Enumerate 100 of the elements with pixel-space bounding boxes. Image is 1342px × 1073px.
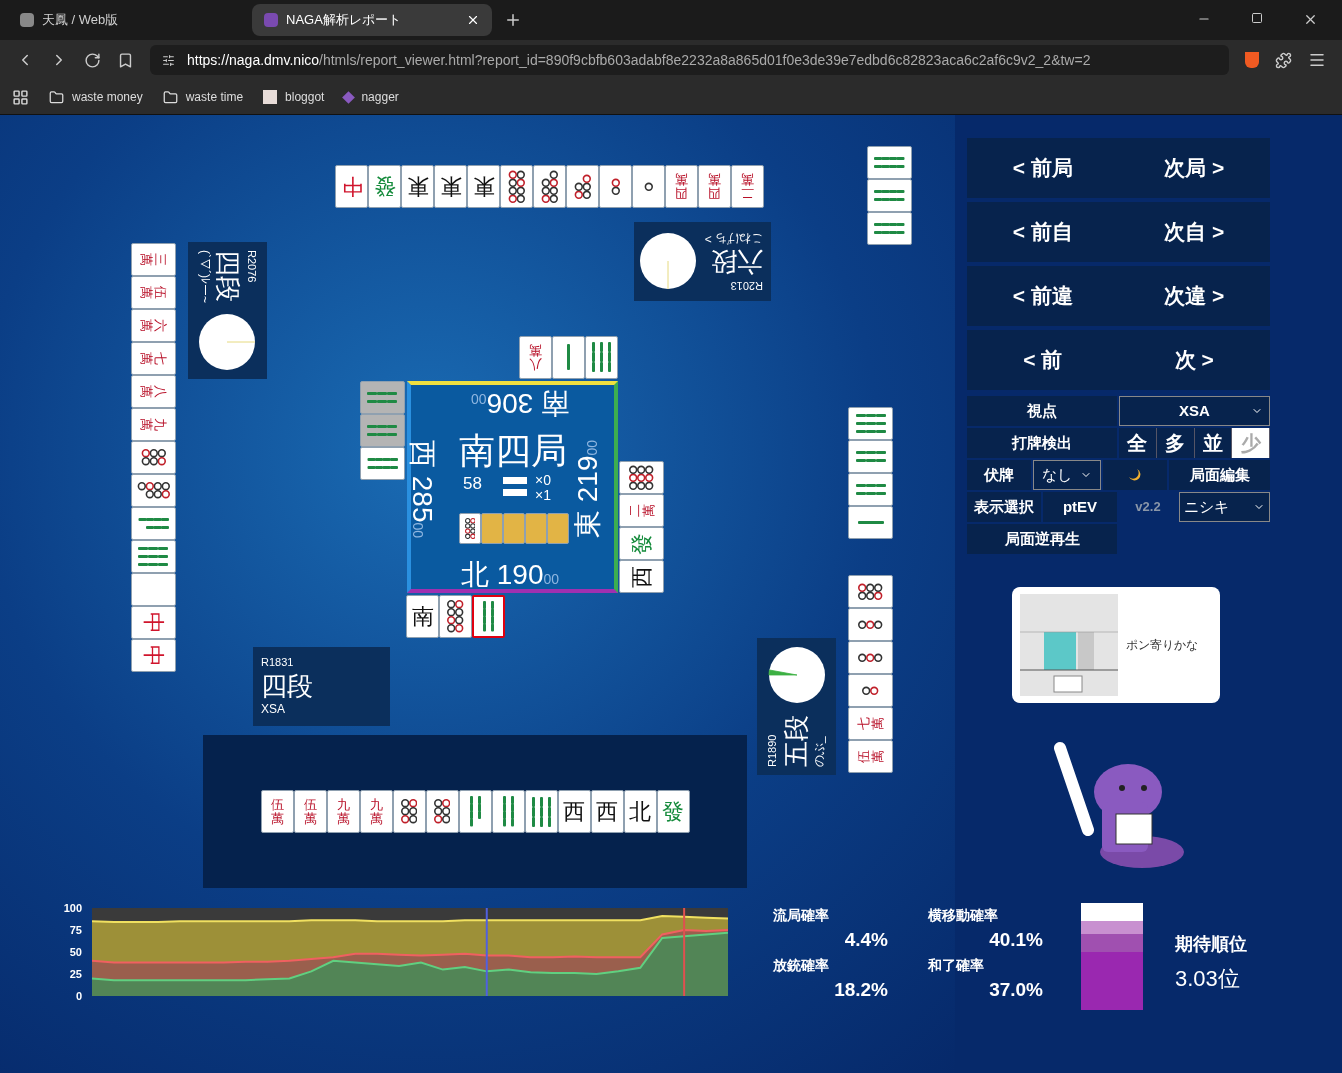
site-settings-icon[interactable] xyxy=(162,53,175,67)
menu-icon[interactable] xyxy=(1308,51,1326,69)
tile-character: 七萬 xyxy=(856,717,885,730)
tile-character: 發 xyxy=(662,800,684,823)
pie-chart-icon xyxy=(767,646,826,704)
player-rank: 四段 xyxy=(261,669,313,703)
detection-option[interactable]: 全 xyxy=(1119,428,1157,458)
tab-title: 天鳳 / Web版 xyxy=(42,11,119,30)
bookmark-link[interactable]: bloggot xyxy=(263,88,325,106)
browser-tab[interactable]: NAGA解析レポート xyxy=(252,4,492,36)
round-title: 南四局 xyxy=(459,433,567,469)
stat-value: 37.0% xyxy=(988,977,1043,1002)
player-name: XSA xyxy=(261,702,286,718)
axis-tick-label: 100 xyxy=(63,903,82,914)
stat-value: 4.4% xyxy=(843,928,888,952)
reverse-play-button[interactable]: 局面逆再生 xyxy=(967,524,1117,554)
maximize-icon[interactable] xyxy=(1251,12,1263,24)
circles-icon xyxy=(433,799,451,824)
previous-button[interactable]: < 前 xyxy=(1023,344,1063,376)
bamboo-sticks-icon xyxy=(531,796,551,827)
detection-option[interactable]: 並 xyxy=(1194,428,1233,458)
circles-icon xyxy=(400,799,418,824)
circles-icon xyxy=(862,686,879,695)
tile-character: 四萬 xyxy=(708,172,721,201)
circles-icon xyxy=(858,653,883,662)
moon-icon xyxy=(1128,468,1142,482)
display-button[interactable]: ptEV xyxy=(1043,492,1117,522)
point-stick-icon xyxy=(503,477,527,484)
tiles-remaining: 58 xyxy=(463,475,482,492)
stat-label: 横移動確率 xyxy=(928,906,999,925)
bamboo-sticks-icon xyxy=(367,425,398,436)
bamboo-sticks-icon xyxy=(367,458,398,469)
player-rank: 五段 xyxy=(779,715,812,767)
player-rating: R2013 xyxy=(729,279,763,293)
tile-character: 發 xyxy=(630,532,653,555)
tab-favicon-icon xyxy=(264,13,278,27)
player-score: 東 21900 xyxy=(574,439,603,539)
bookmark-link[interactable]: waste money xyxy=(49,88,143,106)
tile-character: 伍萬 xyxy=(303,797,317,826)
viewpoint-select[interactable]: XSA xyxy=(1119,396,1270,426)
previous-button[interactable]: < 前局 xyxy=(1012,152,1073,184)
bamboo-sticks-icon xyxy=(469,796,481,827)
apps-icon[interactable] xyxy=(12,88,29,106)
next-button[interactable]: 次局 > xyxy=(1164,152,1225,184)
close-icon[interactable] xyxy=(466,13,480,27)
circles-icon xyxy=(141,449,166,466)
model-select[interactable]: ニシキ xyxy=(1179,492,1270,522)
hidden-tiles-select[interactable]: なし xyxy=(1033,460,1101,490)
player-rating: R1831 xyxy=(261,655,295,670)
previous-button[interactable]: < 前違 xyxy=(1012,280,1073,312)
bamboo-sticks-icon xyxy=(857,521,884,524)
bookmark-link[interactable]: nagger xyxy=(344,88,399,106)
next-button[interactable]: 次違 > xyxy=(1164,280,1225,312)
circles-icon xyxy=(447,600,464,633)
pie-chart-icon xyxy=(198,313,257,371)
bamboo-sticks-icon xyxy=(874,223,905,234)
bamboo-sticks-icon xyxy=(874,157,905,168)
riichi-count: ×1 xyxy=(535,488,551,502)
tile-character: 二萬 xyxy=(627,504,656,517)
circles-icon xyxy=(464,517,476,539)
tile-character: 伍萬 xyxy=(270,797,284,826)
player-name: のぶ_ xyxy=(812,735,828,767)
circles-icon xyxy=(644,182,653,191)
reload-icon[interactable] xyxy=(84,51,101,69)
option-label: 打牌検出 xyxy=(967,428,1117,458)
site-icon xyxy=(263,90,278,104)
tile-character: 北 xyxy=(629,800,651,823)
close-window-icon[interactable] xyxy=(1303,12,1318,27)
detection-option[interactable]: 多 xyxy=(1156,428,1195,458)
player-name: こねげち > xyxy=(704,230,763,246)
previous-button[interactable]: < 前自 xyxy=(1012,216,1073,248)
tile-character: 八萬 xyxy=(139,385,168,398)
shield-icon[interactable] xyxy=(1245,52,1259,68)
player-rank: 四段 xyxy=(212,250,245,303)
stat-label: 流局確率 xyxy=(773,906,830,925)
tile-character: 西 xyxy=(630,565,653,588)
browser-tab[interactable]: 天鳳 / Web版 xyxy=(8,4,248,36)
tile-character: 九萬 xyxy=(139,418,168,431)
stat-value: 40.1% xyxy=(988,928,1043,952)
next-button[interactable]: 次 > xyxy=(1174,344,1214,376)
tile-character: 八萬 xyxy=(529,343,542,372)
player-rank: 六段 xyxy=(710,246,763,279)
bamboo-sticks-icon xyxy=(502,796,514,827)
expected-rank-label: 期待順位 xyxy=(1175,933,1247,956)
next-button[interactable]: 次自 > xyxy=(1164,216,1225,248)
axis-tick-label: 50 xyxy=(69,947,82,958)
app-icon xyxy=(342,90,356,104)
player-rating: R2076 xyxy=(245,250,259,285)
address-bar[interactable]: https://naga.dmv.nico/htmls/report_viewer.html?report_id=890f9cbfb603adabf8e2232a8a865d01f0e3de39e7edbd6c82823aca6c2af6c9v2_2&tw=2 xyxy=(150,45,1229,75)
new-tab-icon[interactable] xyxy=(504,11,522,29)
circles-icon xyxy=(137,482,170,499)
bookmark-icon[interactable] xyxy=(117,51,134,69)
axis-tick-label: 25 xyxy=(69,969,82,980)
circles-icon xyxy=(574,174,591,199)
extensions-icon[interactable] xyxy=(1275,51,1292,69)
board-edit-button[interactable]: 局面編集 xyxy=(1169,460,1270,490)
tile-character: 東 xyxy=(472,175,495,198)
expected-rank-value: 3.03位 xyxy=(1175,965,1241,993)
version-label: v2.2 xyxy=(1134,498,1162,517)
bookmark-link[interactable]: waste time xyxy=(162,88,244,106)
